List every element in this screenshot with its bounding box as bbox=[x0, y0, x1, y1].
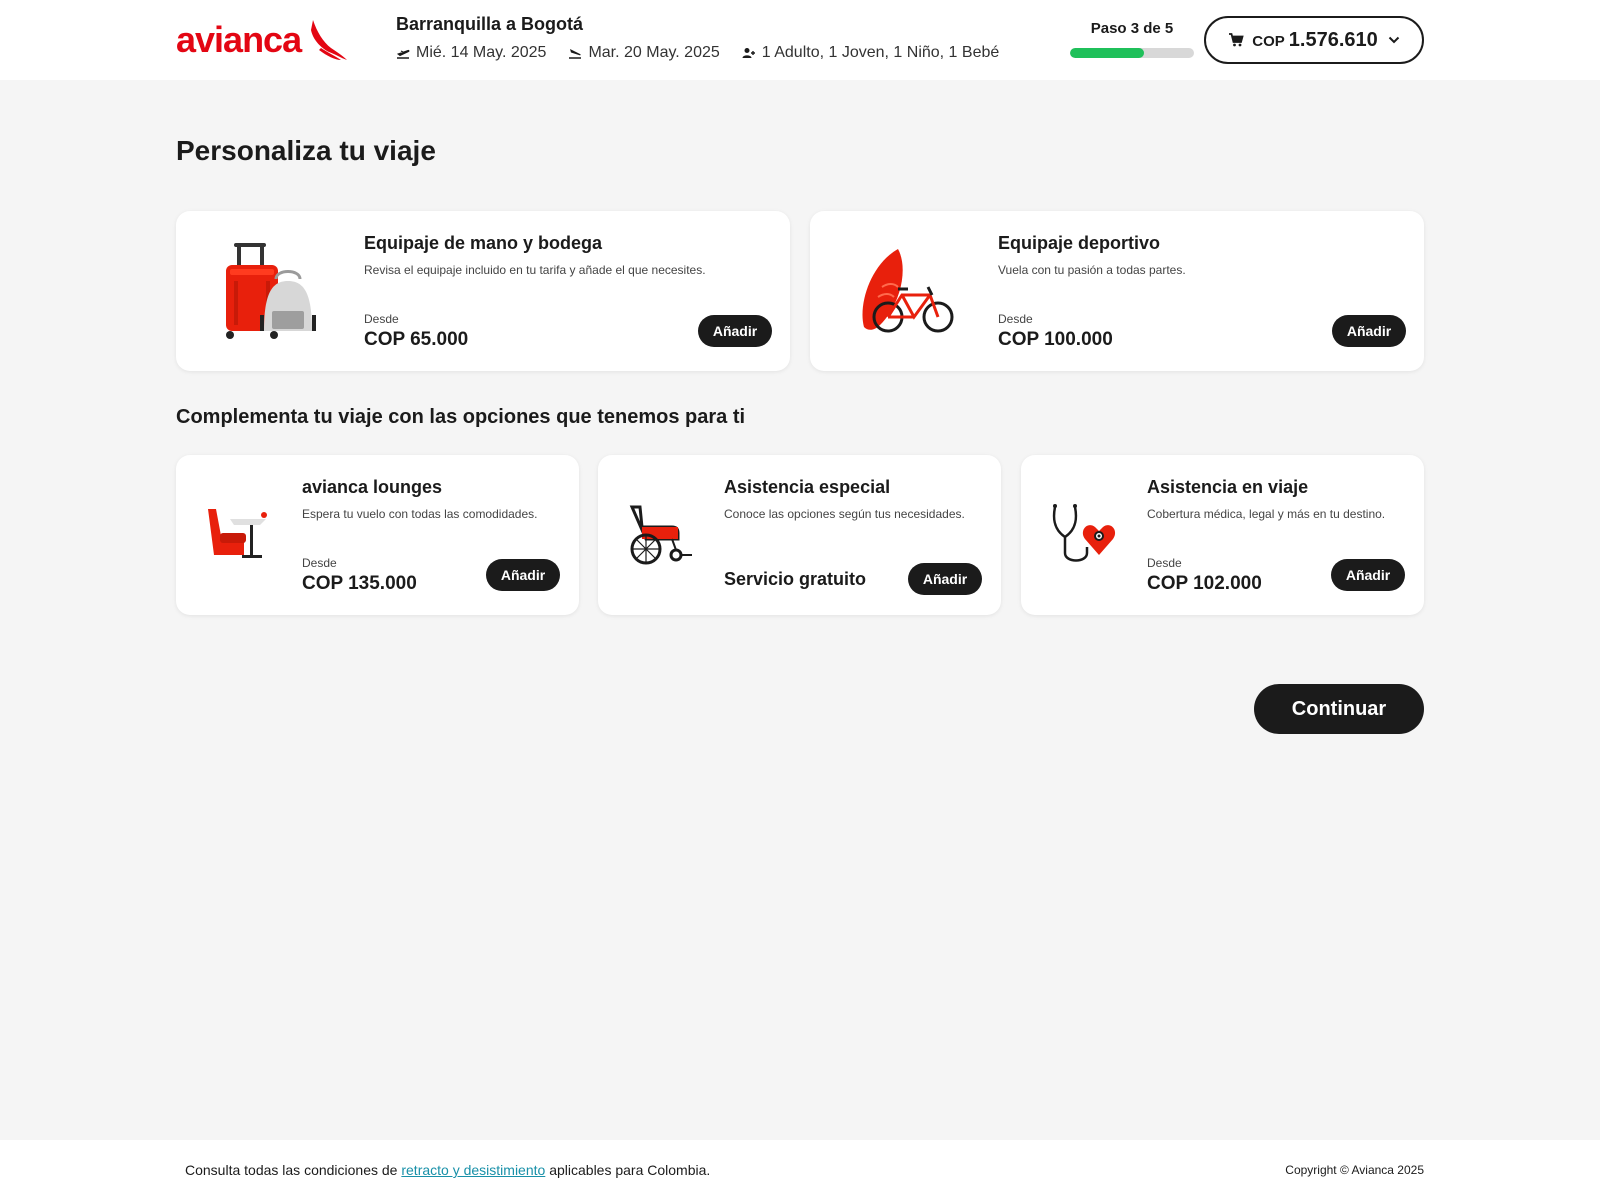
step-progress-bar bbox=[1070, 48, 1194, 58]
copyright: Copyright © Avianca 2025 bbox=[1285, 1163, 1424, 1177]
card-description: Conoce las opciones según tus necesidade… bbox=[724, 507, 965, 521]
card-title: Asistencia especial bbox=[724, 477, 891, 497]
card-description: Vuela con tu pasión a todas partes. bbox=[998, 263, 1186, 277]
price-from-label: Desde bbox=[1147, 556, 1182, 570]
card-price: COP 102.000 bbox=[1147, 573, 1262, 594]
add-special-assistance-button[interactable]: Añadir bbox=[908, 563, 982, 595]
add-lounges-button[interactable]: Añadir bbox=[486, 559, 560, 591]
card-title: Asistencia en viaje bbox=[1147, 477, 1309, 497]
add-luggage-button[interactable]: Añadir bbox=[698, 315, 772, 347]
card-sports-equipment: Equipaje deportivo Vuela con tu pasión a… bbox=[810, 211, 1424, 371]
footer-text-after: aplicables para Colombia. bbox=[545, 1162, 711, 1178]
site-header: avianca Barranquilla a Bogotá Mié. 14 Ma… bbox=[0, 0, 1600, 80]
passengers-count: 1 Adulto, 1 Joven, 1 Niño, 1 Bebé bbox=[761, 44, 1000, 61]
step-indicator: Paso 3 de 5 bbox=[1070, 20, 1194, 58]
lounge-chair-icon bbox=[208, 509, 267, 558]
departure-info: Mié. 14 May. 2025 bbox=[396, 44, 546, 62]
card-title: Equipaje de mano y bodega bbox=[364, 233, 603, 253]
logo-text: avianca bbox=[176, 19, 302, 60]
card-travel-assistance: Asistencia en viaje Cobertura médica, le… bbox=[1021, 455, 1424, 615]
footer-text-before: Consulta todas las condiciones de bbox=[185, 1162, 402, 1178]
stethoscope-heart-icon bbox=[1052, 504, 1116, 562]
card-title: avianca lounges bbox=[302, 477, 443, 497]
avianca-logo[interactable]: avianca bbox=[176, 18, 348, 62]
condor-logo-icon bbox=[311, 20, 348, 60]
add-sports-equipment-button[interactable]: Añadir bbox=[1332, 315, 1406, 347]
cart-currency: COP bbox=[1252, 32, 1285, 50]
card-description: Revisa el equipaje incluido en tu tarifa… bbox=[364, 263, 706, 277]
footer-conditions: Consulta todas las condiciones de retrac… bbox=[185, 1162, 710, 1178]
card-price: COP 65.000 bbox=[364, 329, 469, 350]
card-special-assistance: Asistencia especial Conoce las opciones … bbox=[598, 455, 1001, 615]
luggage-icon bbox=[226, 243, 316, 339]
step-label: Paso 3 de 5 bbox=[1090, 20, 1174, 37]
return-date: Mar. 20 May. 2025 bbox=[588, 44, 720, 61]
departure-date: Mié. 14 May. 2025 bbox=[416, 44, 547, 61]
card-price: COP 100.000 bbox=[998, 329, 1113, 350]
cart-amount: 1.576.610 bbox=[1288, 28, 1378, 51]
passengers-icon bbox=[742, 48, 755, 58]
card-title: Equipaje deportivo bbox=[998, 233, 1161, 253]
wheelchair-icon bbox=[629, 505, 692, 565]
sports-equipment-icon bbox=[862, 249, 954, 333]
section-title: Complementa tu viaje con las opciones qu… bbox=[176, 406, 746, 428]
card-description: Cobertura médica, legal y más en tu dest… bbox=[1147, 507, 1386, 521]
withdrawal-terms-link[interactable]: retracto y desistimiento bbox=[401, 1162, 545, 1178]
chevron-down-icon bbox=[1388, 36, 1399, 44]
cart-icon bbox=[1229, 33, 1244, 47]
continue-button[interactable]: Continuar bbox=[1254, 684, 1424, 734]
card-description: Espera tu vuelo con todas las comodidade… bbox=[302, 507, 538, 521]
route-title: Barranquilla a Bogotá bbox=[396, 14, 584, 34]
passengers-info: 1 Adulto, 1 Joven, 1 Niño, 1 Bebé bbox=[742, 44, 1000, 62]
price-from-label: Desde bbox=[998, 312, 1033, 326]
trip-summary: Mié. 14 May. 2025 Mar. 20 May. 2025 1 Ad… bbox=[396, 44, 1021, 62]
free-service-label: Servicio gratuito bbox=[724, 569, 867, 589]
cart-total-button[interactable]: COP 1.576.610 bbox=[1204, 16, 1424, 64]
add-travel-assistance-button[interactable]: Añadir bbox=[1331, 559, 1405, 591]
price-from-label: Desde bbox=[302, 556, 337, 570]
site-footer: Consulta todas las condiciones de retrac… bbox=[0, 1140, 1600, 1200]
card-price: COP 135.000 bbox=[302, 573, 417, 594]
card-lounges: avianca lounges Espera tu vuelo con toda… bbox=[176, 455, 579, 615]
return-info: Mar. 20 May. 2025 bbox=[568, 44, 720, 62]
landing-icon bbox=[569, 49, 582, 59]
page-title: Personaliza tu viaje bbox=[176, 135, 436, 166]
price-from-label: Desde bbox=[364, 312, 399, 326]
takeoff-icon bbox=[396, 49, 410, 59]
card-luggage: Equipaje de mano y bodega Revisa el equi… bbox=[176, 211, 790, 371]
step-progress-fill bbox=[1070, 48, 1145, 58]
